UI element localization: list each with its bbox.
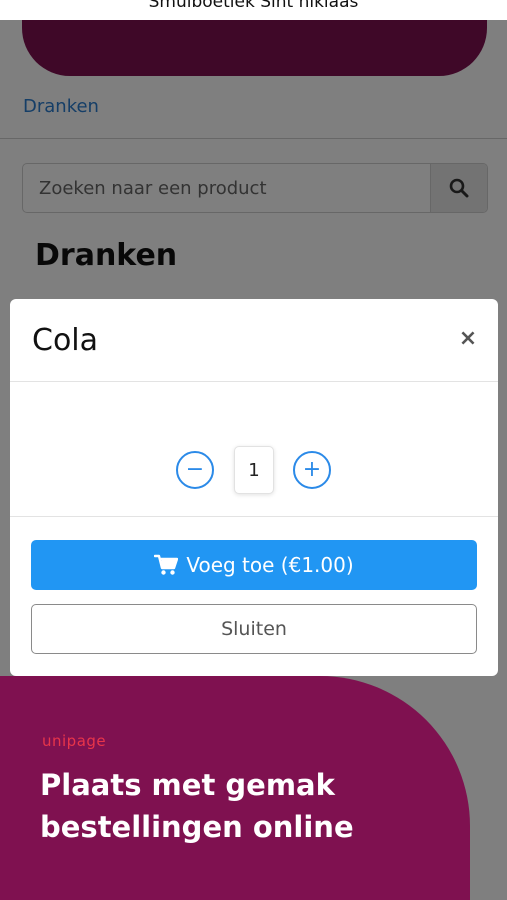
product-modal: Cola × − 1 + Voeg toe (€1.00) Sluiten bbox=[10, 299, 498, 676]
divider bbox=[10, 516, 498, 517]
decrease-quantity-button[interactable]: − bbox=[176, 451, 214, 489]
modal-title: Cola bbox=[32, 323, 99, 358]
cart-icon bbox=[154, 554, 179, 575]
quantity-value[interactable]: 1 bbox=[234, 446, 274, 494]
add-to-cart-button[interactable]: Voeg toe (€1.00) bbox=[31, 540, 477, 590]
close-icon[interactable]: × bbox=[458, 328, 478, 350]
promo-headline-line: Plaats met gemak bbox=[40, 768, 335, 802]
promo-banner[interactable]: unipage Plaats met gemak bestellingen on… bbox=[0, 676, 470, 900]
quantity-stepper: − 1 + bbox=[10, 446, 498, 496]
add-to-cart-label: Voeg toe (€1.00) bbox=[186, 553, 354, 577]
increase-quantity-button[interactable]: + bbox=[293, 451, 331, 489]
unipage-logo: unipage bbox=[42, 732, 107, 750]
app-title-bar: Smulboetiek Sint niklaas bbox=[0, 0, 507, 20]
promo-headline-line: bestellingen online bbox=[40, 810, 354, 844]
promo-headline: Plaats met gemak bestellingen online bbox=[40, 764, 440, 848]
close-button[interactable]: Sluiten bbox=[31, 604, 477, 654]
modal-header: Cola × bbox=[10, 299, 498, 382]
app-title: Smulboetiek Sint niklaas bbox=[148, 0, 359, 12]
